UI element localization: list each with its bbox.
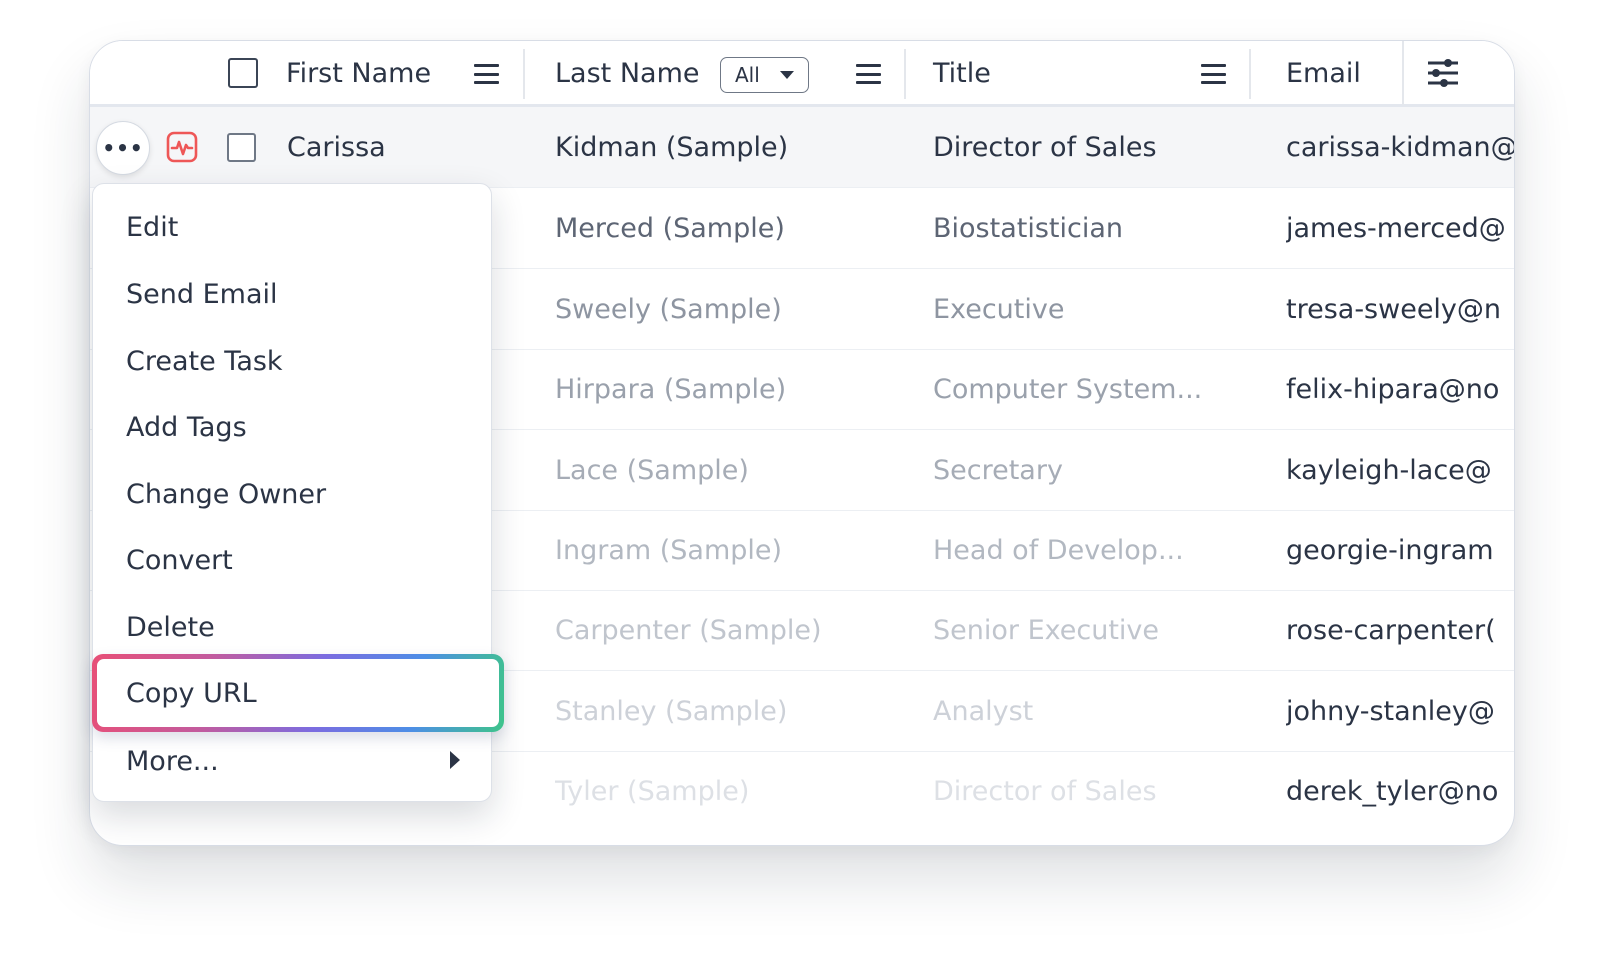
menu-item-convert[interactable]: Convert <box>126 540 233 580</box>
cell-title: Computer System... <box>933 373 1203 405</box>
column-header-title[interactable]: Title <box>933 41 991 105</box>
cell-title: Biostatistician <box>933 212 1123 244</box>
column-header-first-name[interactable]: First Name <box>286 41 431 105</box>
cell-email: johny-stanley@ <box>1286 695 1495 727</box>
cell-email: tresa-sweely@n <box>1286 293 1502 325</box>
column-header-email[interactable]: Email <box>1286 41 1361 105</box>
menu-item-send-email[interactable]: Send Email <box>126 274 278 314</box>
menu-item-copy-url-highlighted[interactable]: Copy URL <box>92 654 504 732</box>
cell-email: felix-hipara@no <box>1286 373 1500 405</box>
last-name-filter-select[interactable]: All <box>720 57 809 93</box>
cell-last-name[interactable]: Tyler (Sample) <box>555 751 915 831</box>
column-settings-button[interactable] <box>1402 41 1514 105</box>
cell-first-name: Carissa <box>287 131 386 163</box>
sliders-icon <box>1428 59 1458 87</box>
cell-last-name[interactable]: Lace (Sample) <box>555 430 915 510</box>
cell-title: Director of Sales <box>933 131 1157 163</box>
cell-title: Head of Develop... <box>933 534 1184 566</box>
menu-item-change-owner[interactable]: Change Owner <box>126 474 326 514</box>
menu-item-delete[interactable]: Delete <box>126 607 215 647</box>
column-header-last-name[interactable]: Last Name <box>555 41 699 105</box>
cell-last-name[interactable]: Sweely (Sample) <box>555 269 915 349</box>
filter-value: All <box>735 63 760 87</box>
cell-email: carissa-kidman@ <box>1286 131 1515 163</box>
menu-item-copy-url[interactable]: Copy URL <box>97 659 499 727</box>
menu-item-more[interactable]: More... <box>126 741 219 781</box>
menu-item-create-task[interactable]: Create Task <box>126 341 283 381</box>
cell-email: kayleigh-lace@ <box>1286 454 1492 486</box>
cell-title: Analyst <box>933 695 1034 727</box>
cell-title: Executive <box>933 293 1065 325</box>
title-column-menu-icon[interactable] <box>1201 64 1226 84</box>
activity-pulse-icon[interactable] <box>166 131 198 163</box>
cell-last-name[interactable]: Stanley (Sample) <box>555 671 915 751</box>
select-all-checkbox[interactable] <box>228 58 258 88</box>
cell-title: Director of Sales <box>933 775 1157 807</box>
cell-last-name[interactable]: Kidman (Sample) <box>555 107 915 187</box>
column-divider[interactable] <box>1249 49 1251 99</box>
table-row[interactable]: ••• Carissa Kidman (Sample) Director of … <box>90 107 1514 188</box>
last-name-column-menu-icon[interactable] <box>856 64 881 84</box>
table-header: First Name Last Name All Title Email <box>90 41 1514 107</box>
cell-email: james-merced@ <box>1286 212 1506 244</box>
menu-item-add-tags[interactable]: Add Tags <box>126 407 247 447</box>
chevron-down-icon <box>780 71 794 79</box>
cell-email: derek_tyler@no <box>1286 775 1499 807</box>
cell-title: Senior Executive <box>933 614 1160 646</box>
row-actions-button[interactable]: ••• <box>96 121 150 175</box>
column-divider[interactable] <box>523 49 525 99</box>
cell-email: rose-carpenter( <box>1286 614 1496 646</box>
row-checkbox[interactable] <box>227 133 256 162</box>
cell-last-name[interactable]: Ingram (Sample) <box>555 510 915 590</box>
first-name-column-menu-icon[interactable] <box>474 64 499 84</box>
column-divider[interactable] <box>904 49 906 99</box>
menu-item-edit[interactable]: Edit <box>126 207 178 247</box>
cell-email: georgie-ingram <box>1286 534 1494 566</box>
cell-title: Secretary <box>933 454 1063 486</box>
cell-last-name[interactable]: Carpenter (Sample) <box>555 590 915 670</box>
caret-right-icon <box>450 751 460 769</box>
cell-last-name[interactable]: Hirpara (Sample) <box>555 349 915 429</box>
cell-last-name[interactable]: Merced (Sample) <box>555 188 915 268</box>
